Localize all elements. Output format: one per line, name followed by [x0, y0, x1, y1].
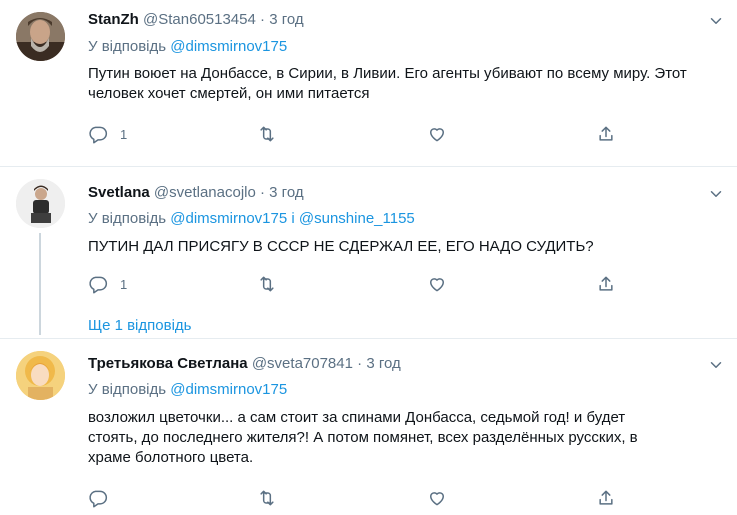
reply-mention[interactable]: @dimsmirnov175 [170, 381, 287, 398]
share-icon [599, 276, 613, 291]
chevron-down-icon[interactable] [707, 12, 725, 30]
reply-mention[interactable]: @dimsmirnov175 [170, 38, 287, 55]
reply-prefix: У відповідь [88, 381, 167, 398]
retweet-button[interactable] [257, 124, 277, 144]
share-button[interactable] [596, 274, 616, 294]
reply-mention[interactable]: @sunshine_1155 [299, 210, 415, 227]
share-icon [599, 126, 613, 141]
like-button[interactable] [427, 274, 447, 294]
tweet-stanzh[interactable]: StanZh @Stan60513454 · 3 год У відповідь… [0, 0, 737, 166]
retweet-icon [260, 276, 274, 292]
share-icon [599, 490, 613, 505]
author-name[interactable]: Svetlana [88, 184, 150, 201]
share-button[interactable] [596, 124, 616, 144]
author-handle[interactable]: @svetlanacojlo [154, 184, 256, 201]
reply-joiner: і [291, 210, 295, 227]
reply-button[interactable] [88, 488, 120, 508]
timestamp[interactable]: 3 год [269, 184, 303, 201]
tweet-text: Путин воюет на Донбассе, в Сирии, в Ливи… [88, 65, 687, 102]
separator-dot: · [260, 184, 265, 201]
heart-icon [430, 128, 444, 142]
show-more-replies-link[interactable]: Ще 1 відповідь [88, 317, 191, 334]
timestamp[interactable]: 3 год [366, 355, 400, 372]
reply-prefix: У відповідь [88, 210, 167, 227]
reply-icon [89, 126, 108, 144]
retweet-button[interactable] [257, 274, 277, 294]
avatar[interactable] [16, 351, 65, 400]
author-name[interactable]: Третьякова Светлана [88, 355, 248, 372]
separator-dot: · [357, 355, 363, 372]
reply-icon [89, 490, 108, 508]
reply-count: 1 [120, 126, 128, 142]
like-button[interactable] [427, 488, 447, 508]
reply-count: 1 [120, 276, 128, 292]
reply-button[interactable]: 1 [88, 124, 127, 144]
tweet-tretyakova[interactable]: Третьякова Светлана @sveta707841 · 3 год… [0, 339, 737, 515]
retweet-button[interactable] [257, 488, 277, 508]
timestamp[interactable]: 3 год [269, 11, 303, 28]
like-button[interactable] [427, 124, 447, 144]
reply-mention[interactable]: @dimsmirnov175 [170, 210, 287, 227]
retweet-icon [260, 126, 274, 142]
separator-dot: · [260, 11, 266, 28]
chevron-down-icon[interactable] [707, 356, 725, 374]
heart-icon [430, 492, 444, 506]
tweet-text: возложил цветочки... а сам стоит за спин… [88, 409, 638, 466]
author-name[interactable]: StanZh [88, 11, 139, 28]
avatar[interactable] [16, 179, 65, 228]
thread-line [39, 233, 41, 335]
chevron-down-icon[interactable] [707, 185, 725, 203]
avatar[interactable] [16, 12, 65, 61]
heart-icon [430, 278, 444, 292]
reply-button[interactable]: 1 [88, 274, 127, 294]
tweet-svetlana[interactable]: Svetlana @svetlanacojlo · 3 год У відпов… [0, 167, 737, 337]
share-button[interactable] [596, 488, 616, 508]
retweet-icon [260, 490, 274, 506]
reply-prefix: У відповідь [88, 38, 167, 55]
tweet-text: ПУТИН ДАЛ ПРИСЯГУ В СССР НЕ СДЕРЖАЛ ЕЕ, … [88, 238, 594, 255]
reply-icon [89, 276, 108, 294]
author-handle[interactable]: @Stan60513454 [143, 11, 256, 28]
author-handle[interactable]: @sveta707841 [252, 355, 353, 372]
